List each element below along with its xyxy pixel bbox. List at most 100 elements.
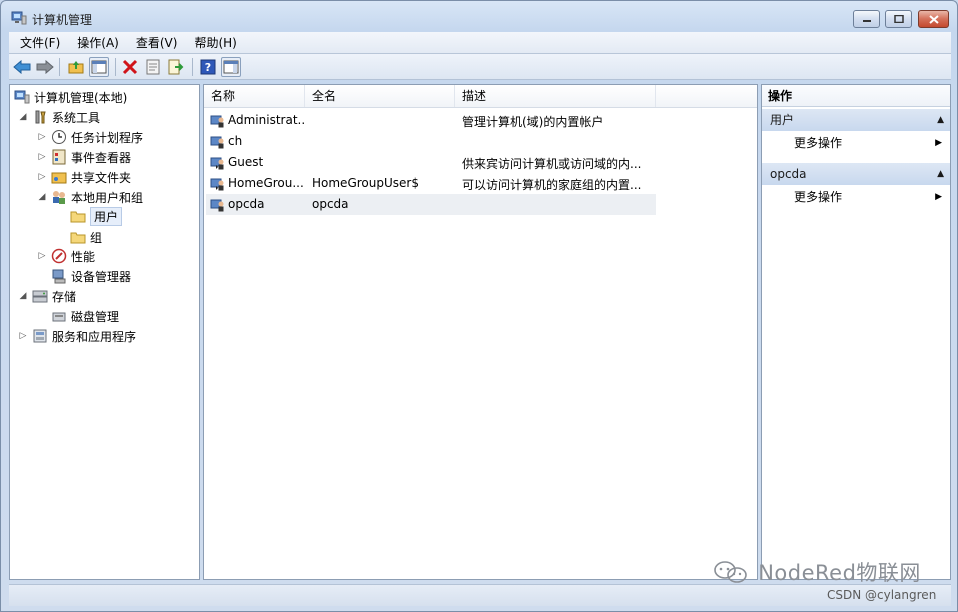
collapsed-arrow-icon[interactable]: ▷ — [37, 152, 47, 162]
tree-node-event-viewer[interactable]: ▷ 事件查看器 — [37, 147, 131, 167]
tree-node-performance[interactable]: ▷ 性能 — [37, 246, 95, 266]
tree-node-device-manager[interactable]: 设备管理器 — [51, 266, 131, 286]
table-row[interactable]: Guest 供来宾访问计算机或访问域的内... — [206, 152, 656, 173]
storage-icon — [32, 288, 48, 304]
actions-header: 操作 — [762, 85, 950, 107]
event-viewer-icon — [51, 149, 67, 165]
tree-node-disk-management[interactable]: 磁盘管理 — [51, 306, 119, 326]
tools-icon — [32, 109, 48, 125]
window-title: 计算机管理 — [32, 13, 93, 27]
actions-section-users[interactable]: 用户 ▲ — [762, 109, 950, 131]
expanded-arrow-icon[interactable]: ◢ — [18, 112, 28, 122]
expanded-arrow-icon[interactable]: ◢ — [37, 192, 47, 202]
collapse-up-icon[interactable]: ▲ — [937, 163, 944, 185]
column-header-description[interactable]: 描述 — [455, 85, 656, 107]
table-row[interactable]: ch — [206, 131, 656, 152]
shared-folder-icon — [51, 169, 67, 185]
app-window: 计算机管理 文件(F) 操作(A) 查看(V) 帮助(H) ? 计算机管理(本地… — [0, 0, 958, 612]
up-folder-icon[interactable] — [66, 57, 86, 77]
tree-label: 事件查看器 — [71, 150, 132, 165]
export-icon[interactable] — [166, 57, 186, 77]
user-icon — [210, 136, 224, 149]
performance-icon — [51, 248, 67, 264]
tree-node-storage[interactable]: ◢ 存储 — [18, 286, 76, 306]
section-title: opcda — [770, 167, 807, 181]
user-icon — [210, 199, 224, 212]
tree-label: 用户 — [90, 206, 123, 226]
tree-node-services-apps[interactable]: ▷ 服务和应用程序 — [18, 326, 136, 346]
toolbar: ? — [9, 54, 951, 80]
tree-label: 本地用户和组 — [71, 190, 144, 205]
more-actions-item[interactable]: 更多操作 ▶ — [762, 132, 950, 154]
collapsed-arrow-icon[interactable]: ▷ — [18, 331, 28, 341]
help-icon[interactable]: ? — [198, 57, 218, 77]
collapsed-arrow-icon[interactable]: ▷ — [37, 132, 47, 142]
delete-icon[interactable] — [120, 57, 140, 77]
menu-view[interactable]: 查看(V) — [125, 34, 184, 51]
tree-label: 性能 — [71, 249, 96, 264]
folder-icon — [70, 229, 86, 245]
table-row-selected[interactable]: opcda opcda — [206, 194, 656, 215]
more-actions-item[interactable]: 更多操作 ▶ — [762, 186, 950, 208]
watermark-text: NodeRed物联网 — [758, 561, 921, 585]
menu-file[interactable]: 文件(F) — [9, 34, 66, 51]
watermark: NodeRed物联网 — [713, 557, 921, 587]
expanded-arrow-icon[interactable]: ◢ — [18, 291, 28, 301]
tree-label: 组 — [90, 230, 103, 245]
cell-description: 管理计算机(域)的内置帐户 — [462, 115, 604, 129]
tree-node-root[interactable]: 计算机管理(本地) — [14, 87, 127, 107]
wechat-logo-icon — [713, 561, 758, 585]
disk-management-icon — [51, 308, 67, 324]
cell-name: ch — [228, 134, 243, 148]
forward-icon[interactable] — [35, 57, 55, 77]
menu-help[interactable]: 帮助(H) — [183, 34, 242, 51]
back-icon[interactable] — [12, 57, 32, 77]
tree-node-task-scheduler[interactable]: ▷ 任务计划程序 — [37, 127, 143, 147]
column-header-row: 名称 全名 描述 — [204, 85, 757, 108]
cell-name: Administrat... — [228, 113, 306, 127]
cell-fullname: opcda — [312, 197, 349, 211]
tree-node-shared-folders[interactable]: ▷ 共享文件夹 — [37, 167, 131, 187]
actions-section-opcda[interactable]: opcda ▲ — [762, 163, 950, 185]
services-icon — [32, 328, 48, 344]
menu-action[interactable]: 操作(A) — [66, 34, 125, 51]
column-header-name[interactable]: 名称 — [204, 85, 305, 107]
cell-name: opcda — [228, 197, 265, 211]
console-tree: 计算机管理(本地) ◢ 系统工具 ▷ 任务计划程序 ▷ 事件查看器 ▷ 共享文件… — [9, 84, 200, 580]
minimize-button[interactable] — [853, 10, 880, 28]
cell-name: Guest — [228, 155, 264, 169]
properties-icon[interactable] — [143, 57, 163, 77]
tree-label: 计算机管理(本地) — [34, 90, 128, 105]
user-disabled-icon — [210, 178, 224, 191]
title-bar[interactable]: 计算机管理 — [1, 1, 957, 33]
clock-icon — [51, 129, 67, 145]
close-icon — [928, 14, 939, 24]
user-disabled-icon — [210, 157, 224, 170]
collapsed-arrow-icon[interactable]: ▷ — [37, 251, 47, 261]
tree-node-local-users-groups[interactable]: ◢ 本地用户和组 — [37, 187, 143, 207]
tree-label: 共享文件夹 — [71, 170, 132, 185]
menu-bar: 文件(F) 操作(A) 查看(V) 帮助(H) — [9, 32, 951, 54]
status-bar — [9, 584, 951, 606]
close-button[interactable] — [918, 10, 949, 28]
table-row[interactable]: Administrat... 管理计算机(域)的内置帐户 — [206, 110, 656, 131]
show-hide-action-pane-icon[interactable] — [221, 57, 241, 77]
tree-node-groups[interactable]: 组 — [70, 227, 102, 247]
tree-node-system-tools[interactable]: ◢ 系统工具 — [18, 107, 100, 127]
collapsed-arrow-icon[interactable]: ▷ — [37, 172, 47, 182]
collapse-up-icon[interactable]: ▲ — [937, 109, 944, 131]
column-header-fullname[interactable]: 全名 — [305, 85, 455, 107]
cell-name: HomeGrou... — [228, 176, 304, 190]
users-list: 名称 全名 描述 Administrat... 管理计算机(域)的内置帐户 ch… — [203, 84, 758, 580]
chevron-right-icon: ▶ — [935, 192, 942, 202]
computer-management-icon — [11, 11, 27, 25]
users-group-icon — [51, 189, 67, 205]
computer-management-icon — [14, 89, 30, 105]
tree-node-users[interactable]: 用户 — [70, 206, 123, 226]
table-row[interactable]: HomeGrou... HomeGroupUser$ 可以访问计算机的家庭组的内… — [206, 173, 656, 194]
credit-text: CSDN @cylangren — [827, 588, 937, 602]
folder-icon — [70, 208, 86, 224]
show-hide-tree-icon[interactable] — [89, 57, 109, 77]
section-title: 用户 — [770, 113, 795, 127]
maximize-button[interactable] — [885, 10, 912, 28]
